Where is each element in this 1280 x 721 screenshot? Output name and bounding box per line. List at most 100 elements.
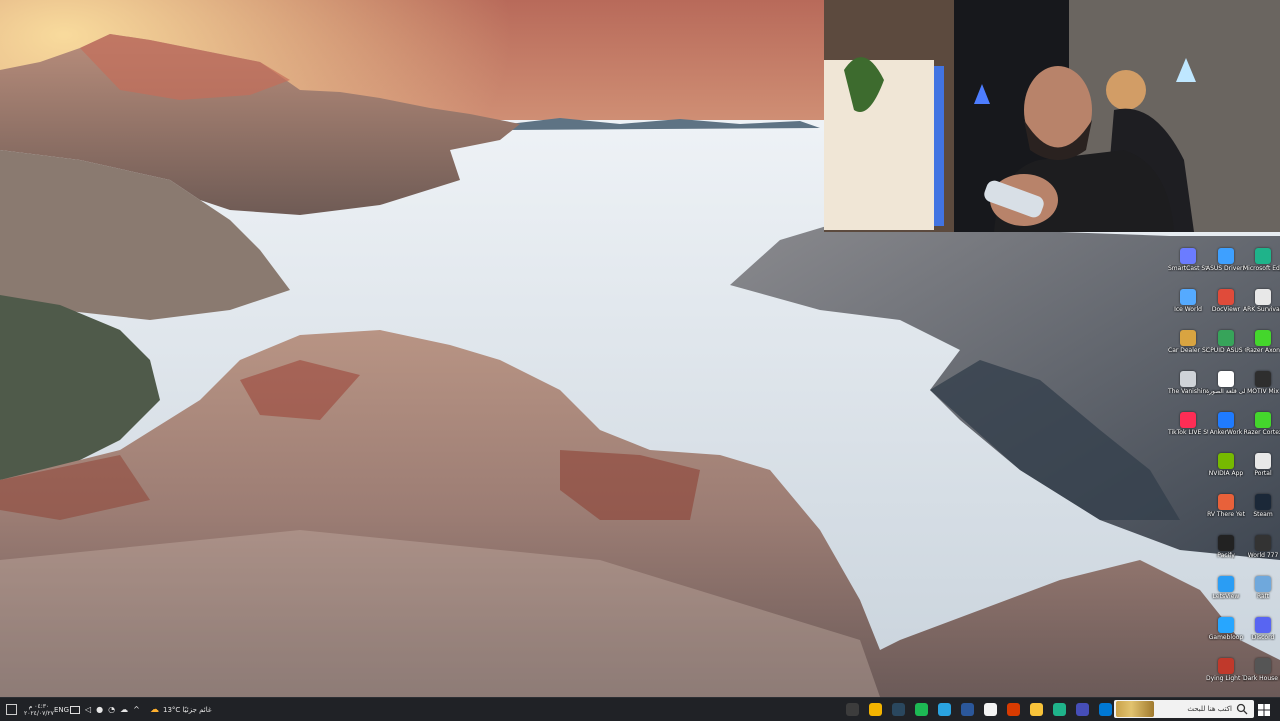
show-desktop-button[interactable]	[6, 698, 17, 721]
desktop-shortcut[interactable]: Portal	[1243, 451, 1280, 491]
desktop-shortcut[interactable]: The Vanishing ...	[1168, 369, 1208, 409]
weather-widget[interactable]: ☁ 13°C غائم جزئيًا	[150, 698, 212, 721]
desktop-shortcut[interactable]: Dark House Prologue	[1243, 656, 1280, 696]
search-icon	[1236, 703, 1248, 715]
pacify-icon	[1218, 535, 1234, 551]
weather-text: 13°C غائم جزئيًا	[163, 705, 212, 714]
desktop-shortcut[interactable]: CPUID ASUS CPU-Z	[1206, 328, 1246, 368]
desktop-shortcut[interactable]: Ice World	[1168, 287, 1208, 327]
microphone-icon[interactable]: ●	[96, 705, 103, 714]
darkhouse-icon	[1255, 658, 1271, 674]
desktop-shortcut-label: Steam	[1253, 511, 1273, 518]
pinned-apps	[846, 698, 1135, 721]
desktop-shortcut[interactable]: Gamebloop	[1206, 615, 1246, 655]
discord-icon	[1255, 617, 1271, 633]
calendar-icon[interactable]	[1007, 703, 1020, 716]
telegram-icon[interactable]	[938, 703, 951, 716]
network-icon[interactable]: ◔	[108, 705, 115, 714]
tiktok-icon	[1180, 412, 1196, 428]
notification-icon	[6, 704, 17, 715]
desktop-shortcut[interactable]: Car Dealer Simulato...	[1168, 328, 1208, 368]
desktop-shortcut[interactable]: جرب إلى قلعة الصورة	[1206, 369, 1246, 409]
start-button[interactable]	[1258, 698, 1270, 721]
teams-icon[interactable]	[1076, 703, 1089, 716]
desktop-shortcut-label: ASUS DriverHub	[1206, 265, 1246, 272]
desktop-shortcut-label: Dark House Prologue	[1243, 675, 1280, 682]
desktop-shortcut[interactable]: MOTIV Mix	[1243, 369, 1280, 409]
clock-date: ٢٠٢٤/٠٧/٢٧	[24, 709, 54, 717]
desktop-shortcut[interactable]: LetsView	[1206, 574, 1246, 614]
desktop-shortcut[interactable]: AnkerWork	[1206, 410, 1246, 450]
steam-icon	[1255, 494, 1271, 510]
desktop-shortcut[interactable]: Microsoft Edge	[1243, 246, 1280, 286]
obs-icon[interactable]	[846, 703, 859, 716]
photos-icon[interactable]	[1099, 703, 1112, 716]
clock[interactable]: ٠٤:٣٠ م ٢٠٢٤/٠٧/٢٧	[24, 698, 54, 721]
desktop-shortcut[interactable]: Steam	[1243, 492, 1280, 532]
weather-icon: ☁	[150, 704, 159, 715]
battery-icon[interactable]	[70, 705, 80, 714]
store-icon[interactable]	[984, 703, 997, 716]
language-indicator[interactable]: ENG	[54, 698, 69, 721]
desktop-shortcut[interactable]: ARK Survival Evolved	[1243, 287, 1280, 327]
desktop-shortcut-label: Ice World	[1174, 306, 1202, 313]
raft-icon	[1255, 576, 1271, 592]
search-input[interactable]: اكتب هنا للبحث	[1114, 700, 1254, 718]
desktop-shortcut[interactable]: World 777	[1243, 533, 1280, 573]
rv-icon	[1218, 494, 1234, 510]
system-tray: ◁ ● ◔ ☁ ^	[70, 698, 140, 721]
desktop-shortcut-label: ARK Survival Evolved	[1243, 306, 1280, 313]
desktop-shortcut-label: TikTok LIVE Studio	[1168, 429, 1208, 436]
desktop-shortcut-label: RV There Yet	[1207, 511, 1245, 518]
desktop-shortcut[interactable]: Razer Cortex	[1243, 410, 1280, 450]
spotify-icon[interactable]	[915, 703, 928, 716]
file-explorer-icon[interactable]	[1030, 703, 1043, 716]
motiv-icon	[1255, 371, 1271, 387]
desktop-shortcut[interactable]: DocViewr	[1206, 287, 1246, 327]
chrome-icon[interactable]	[869, 703, 882, 716]
windows-icon	[1258, 703, 1270, 716]
wand-icon	[1218, 371, 1234, 387]
chevron-up-icon[interactable]: ^	[133, 705, 140, 714]
desktop-shortcut-label: Gamebloop	[1208, 634, 1244, 641]
desktop-shortcut-label: NVIDIA App	[1208, 470, 1244, 477]
cast-icon	[1180, 248, 1196, 264]
desktop-shortcut-label: Razer Cortex	[1243, 429, 1280, 436]
desktop-shortcut-label: World 777	[1247, 552, 1279, 559]
onedrive-icon[interactable]: ☁	[120, 705, 128, 714]
desktop-shortcut[interactable]: Dying Light The Beast	[1206, 656, 1246, 696]
letsview-icon	[1218, 576, 1234, 592]
globe-icon	[1180, 289, 1196, 305]
clock-time: ٠٤:٣٠ م	[28, 702, 50, 710]
nvidia-icon	[1218, 453, 1234, 469]
word-icon[interactable]	[961, 703, 974, 716]
desktop-shortcut[interactable]: RV There Yet	[1206, 492, 1246, 532]
desktop-shortcut[interactable]: Raft	[1243, 574, 1280, 614]
desktop-shortcut[interactable]: NVIDIA App	[1206, 451, 1246, 491]
dyinglight-icon	[1218, 658, 1234, 674]
desktop-shortcut[interactable]: Razer Axon	[1243, 328, 1280, 368]
portal-icon	[1255, 453, 1271, 469]
desktop-shortcut[interactable]: SmartCast Studio	[1168, 246, 1208, 286]
search-placeholder: اكتب هنا للبحث	[1187, 705, 1232, 713]
desktop-shortcut[interactable]: Discord	[1243, 615, 1280, 655]
document-icon	[1218, 289, 1234, 305]
taskbar: ٠٤:٣٠ م ٢٠٢٤/٠٧/٢٧ ENG ◁ ● ◔ ☁ ^ ☁ 13°C …	[0, 697, 1280, 721]
steam-icon[interactable]	[892, 703, 905, 716]
desktop-shortcut-label: جرب إلى قلعة الصورة	[1206, 388, 1246, 395]
webcam-overlay	[824, 0, 1280, 232]
desktop-shortcut-label: Discord	[1251, 634, 1275, 641]
desktop-shortcut-label: LetsView	[1212, 593, 1240, 600]
desktop-shortcut-label: Raft	[1256, 593, 1270, 600]
desktop-shortcut[interactable]: TikTok LIVE Studio	[1168, 410, 1208, 450]
gameloop-icon	[1218, 617, 1234, 633]
edge-icon[interactable]	[1053, 703, 1066, 716]
ankerwork-icon	[1218, 412, 1234, 428]
desktop-shortcut-label: Car Dealer Simulato...	[1168, 347, 1208, 354]
desktop-shortcut-label: Dying Light The Beast	[1206, 675, 1246, 682]
desktop-shortcut[interactable]: ASUS DriverHub	[1206, 246, 1246, 286]
volume-icon[interactable]: ◁	[85, 705, 91, 714]
desktop-shortcut-label: CPUID ASUS CPU-Z	[1206, 347, 1246, 354]
desktop-shortcut[interactable]: Pacify	[1206, 533, 1246, 573]
desktop-shortcut-label: Pacify	[1217, 552, 1235, 559]
